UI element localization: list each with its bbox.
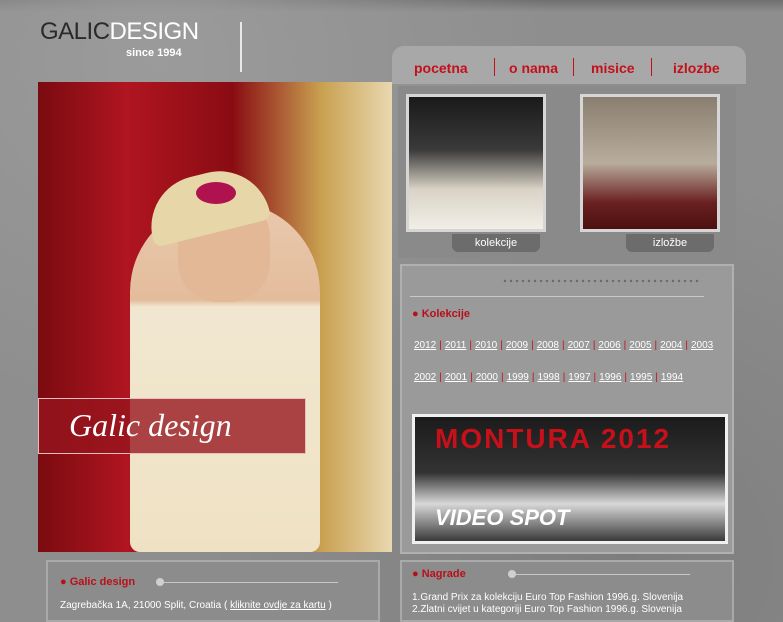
year-link-1994[interactable]: 1994 — [661, 372, 683, 383]
map-link[interactable]: kliknite ovdje za kartu — [230, 600, 326, 611]
award-item: 2.Zlatni cvijet u kategoriji Euro Top Fa… — [412, 604, 682, 615]
years-row-1: 2012 | 2011 | 2010 | 2009 | 2008 | 2007 | 2006 | 2005 |… — [414, 340, 713, 351]
divider-knob — [508, 570, 516, 578]
year-link-2011[interactable]: 2011 — [445, 340, 467, 351]
hero-image: Galic design — [38, 82, 392, 552]
nav-divider — [573, 58, 574, 76]
nav-divider — [494, 58, 495, 76]
year-separator: | — [531, 372, 535, 383]
year-separator: | — [562, 372, 566, 383]
hat-flower — [196, 182, 236, 204]
year-link-2010[interactable]: 2010 — [475, 340, 497, 351]
logo-light-text: DESIGN — [109, 18, 200, 45]
divider-line — [410, 296, 704, 297]
year-separator: | — [439, 372, 442, 383]
year-link-1999[interactable]: 1999 — [507, 372, 529, 383]
collections-title: ● Kolekcije — [412, 308, 471, 320]
year-link-2009[interactable]: 2009 — [506, 340, 528, 351]
hero-banner: Galic design — [38, 398, 306, 454]
year-link-2002[interactable]: 2002 — [414, 372, 436, 383]
dotted-divider — [502, 278, 702, 286]
collections-panel: ● Kolekcije 2012 | 2011 | 2010 | 2009 | 2008 | 200… — [400, 264, 734, 554]
nav-item-misice[interactable]: misice — [591, 60, 635, 76]
year-link-2012[interactable]: 2012 — [414, 340, 436, 351]
thumbnail-image — [406, 94, 546, 232]
years-row-2: 2002 | 2001 | 2000 | 1999 | 1998 | 1997 | 1996 | 1995 |… — [414, 372, 683, 383]
header-divider — [240, 22, 242, 72]
year-separator: | — [624, 372, 628, 383]
contact-address: Zagrebačka 1A, 21000 Split, Croatia ( kl… — [60, 600, 332, 611]
year-link-1996[interactable]: 1996 — [599, 372, 621, 383]
thumbnail-label: kolekcije — [452, 234, 540, 252]
award-item: 1.Grand Prix za kolekciju Euro Top Fashi… — [412, 592, 684, 603]
nav-item-pocetna[interactable]: pocetna — [414, 60, 468, 76]
thumbnail-image — [580, 94, 720, 232]
divider-knob — [156, 578, 164, 586]
thumbnail-kolekcije[interactable]: kolekcije — [406, 94, 546, 252]
year-separator: | — [439, 340, 442, 351]
year-link-2008[interactable]: 2008 — [537, 340, 559, 351]
awards-panel: ● Nagrade 1.Grand Prix za kolekciju Euro… — [400, 560, 734, 622]
year-separator: | — [531, 340, 534, 351]
year-separator: | — [655, 372, 658, 383]
nav-divider — [651, 58, 652, 76]
year-link-2006[interactable]: 2006 — [598, 340, 620, 351]
divider-line — [158, 582, 338, 583]
year-separator: | — [561, 340, 565, 351]
main-nav: pocetna o nama misice izlozbe — [392, 46, 746, 84]
year-separator: | — [593, 372, 597, 383]
video-title: MONTURA 2012 — [435, 423, 672, 454]
year-separator: | — [592, 340, 596, 351]
logo-dark-text: GALIC — [40, 18, 110, 45]
year-separator: | — [500, 340, 503, 351]
divider-line — [510, 574, 690, 575]
year-link-1998[interactable]: 1998 — [537, 372, 559, 383]
year-separator: | — [685, 340, 688, 351]
year-separator: | — [500, 372, 504, 383]
awards-title: ● Nagrade — [412, 568, 466, 580]
nav-item-o-nama[interactable]: o nama — [509, 60, 558, 76]
year-link-2007[interactable]: 2007 — [568, 340, 590, 351]
thumbnail-label: izložbe — [626, 234, 714, 252]
year-link-2004[interactable]: 2004 — [660, 340, 682, 351]
logo[interactable]: GALICDESIGN — [40, 18, 199, 46]
video-subtitle: VIDEO SPOT — [435, 505, 570, 530]
year-link-1997[interactable]: 1997 — [568, 372, 590, 383]
video-spot-banner[interactable]: MONTURA 2012 VIDEO SPOT — [412, 414, 728, 544]
hero-banner-text: Galic design — [69, 407, 232, 443]
year-separator: | — [469, 340, 472, 351]
contact-title: ● Galic design — [60, 576, 136, 588]
year-separator: | — [654, 340, 658, 351]
year-link-1995[interactable]: 1995 — [630, 372, 652, 383]
year-separator: | — [470, 372, 473, 383]
year-separator: | — [623, 340, 627, 351]
year-link-2000[interactable]: 2000 — [476, 372, 498, 383]
year-link-2001[interactable]: 2001 — [445, 372, 467, 383]
year-link-2005[interactable]: 2005 — [629, 340, 651, 351]
gallery-thumbnails: kolekcije izložbe — [398, 86, 736, 258]
nav-item-izlozbe[interactable]: izlozbe — [673, 60, 720, 76]
since-tagline: since 1994 — [126, 47, 182, 59]
year-link-2003[interactable]: 2003 — [691, 340, 713, 351]
contact-panel: ● Galic design Zagrebačka 1A, 21000 Spli… — [46, 560, 380, 622]
thumbnail-izlozbe[interactable]: izložbe — [580, 94, 720, 252]
